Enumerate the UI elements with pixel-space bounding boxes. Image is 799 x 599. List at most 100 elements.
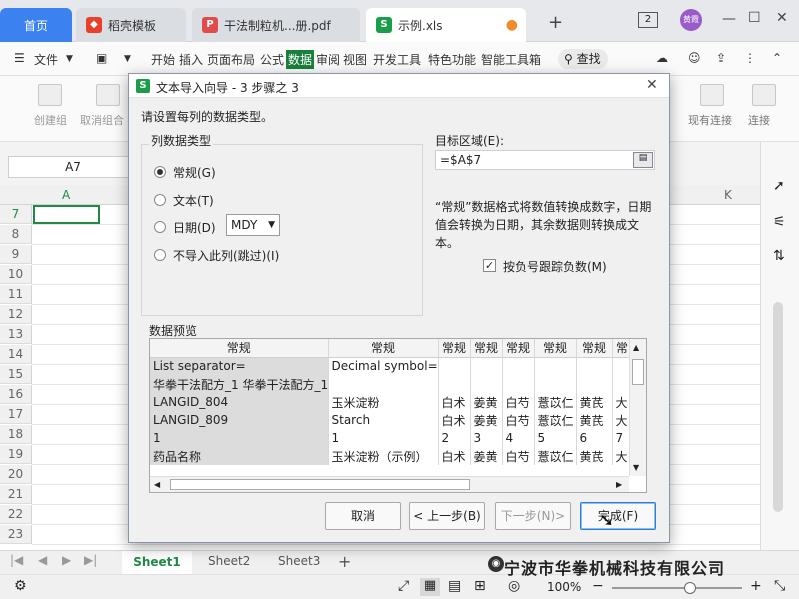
row-header[interactable]: 13 (0, 325, 32, 344)
radio-text-label[interactable]: 文本(T) (173, 192, 214, 209)
search-button[interactable]: ⚲ 查找 (558, 49, 608, 69)
row-header[interactable]: 16 (0, 385, 32, 404)
sheet-tab-2[interactable]: Sheet2 (208, 554, 250, 568)
fit-icon[interactable]: ⤢ (398, 578, 409, 594)
scroll-down-icon[interactable]: ▼ (633, 463, 639, 472)
data-preview[interactable]: 常规 常规 常规 常规 常规 常规 常规常 List separator= Decimal sy… (149, 338, 647, 493)
menu-file[interactable]: 文件 (34, 51, 58, 68)
normal-view-icon[interactable]: ▦ (420, 578, 440, 596)
date-format-select[interactable]: MDY ▼ (226, 214, 280, 236)
menu-review[interactable]: 审阅 (316, 51, 340, 68)
destination-input[interactable]: =$A$7 (435, 150, 655, 170)
vertical-scrollbar[interactable] (773, 302, 783, 512)
row-header[interactable]: 12 (0, 305, 32, 324)
ribbon-connection[interactable]: 连接 (748, 112, 770, 128)
preview-column-header[interactable]: 常规 (150, 339, 329, 358)
next-sheet-icon[interactable]: ▶ (62, 553, 71, 567)
tab-pdf[interactable]: P 干法制粒机...册.pdf (192, 8, 360, 42)
sheet-tab-3[interactable]: Sheet3 (278, 554, 320, 568)
radio-skip-label[interactable]: 不导入此列(跳过)(I) (173, 247, 279, 264)
last-sheet-icon[interactable]: ▶| (84, 553, 97, 567)
save-icon[interactable]: ▣ (96, 51, 107, 65)
cloud-icon[interactable]: ☁ (656, 51, 668, 65)
ribbon-existing-connection[interactable]: 现有连接 (688, 112, 732, 128)
menu-start[interactable]: 开始 (151, 51, 175, 68)
menu-view[interactable]: 视图 (343, 51, 367, 68)
row-header[interactable]: 20 (0, 465, 32, 484)
tab-xls[interactable]: S 示例.xls ● (366, 8, 526, 42)
eye-care-icon[interactable]: ◎ (508, 578, 520, 594)
sheet-tab-1[interactable]: Sheet1 (122, 551, 192, 574)
next-button[interactable]: 下一步(N)> (495, 502, 571, 530)
preview-column-header[interactable]: 常规 (328, 339, 439, 358)
back-button[interactable]: < 上一步(B) (409, 502, 485, 530)
share-icon[interactable]: ⇪ (716, 51, 726, 65)
row-header[interactable]: 18 (0, 425, 32, 444)
preview-horizontal-scrollbar[interactable]: ◀ ▶ (150, 476, 629, 492)
radio-date[interactable] (154, 221, 166, 233)
row-header[interactable]: 23 (0, 525, 32, 544)
row-header[interactable]: 21 (0, 485, 32, 504)
tab-home[interactable]: 首页 (0, 8, 72, 42)
row-header[interactable]: 9 (0, 245, 32, 264)
finish-button[interactable]: 完成(F) (580, 502, 656, 530)
add-sheet-button[interactable]: + (338, 552, 351, 571)
fullscreen-icon[interactable]: ⤡ (774, 578, 785, 594)
preview-column-header[interactable]: 常规 (438, 339, 471, 358)
preview-column-header[interactable]: 常规 (470, 339, 503, 358)
column-header-k[interactable]: K (724, 188, 732, 202)
radio-date-label[interactable]: 日期(D) (173, 219, 216, 236)
properties-icon[interactable]: ⚟ (773, 214, 786, 230)
menu-formula[interactable]: 公式 (260, 51, 284, 68)
zoom-level[interactable]: 100% (547, 580, 581, 594)
hamburger-icon[interactable]: ☰ (14, 51, 25, 65)
negative-number-checkbox[interactable]: ✓ (483, 259, 496, 272)
scroll-left-icon[interactable]: ◀ (154, 480, 160, 489)
user-icon[interactable]: ☺ (688, 51, 701, 65)
ribbon-create-group[interactable]: 创建组 (34, 112, 67, 128)
menu-insert[interactable]: 插入 (179, 51, 203, 68)
dialog-close-button[interactable]: ✕ (646, 77, 658, 93)
scroll-right-icon[interactable]: ▶ (616, 480, 622, 489)
chevron-down-icon[interactable]: ▼ (66, 54, 73, 64)
radio-skip[interactable] (154, 249, 166, 261)
row-header[interactable]: 7 (0, 205, 32, 224)
menu-features[interactable]: 特色功能 (428, 51, 476, 68)
page-layout-icon[interactable]: ▤ (448, 578, 461, 594)
preview-column-header[interactable]: 常规 (534, 339, 577, 358)
row-header[interactable]: 8 (0, 225, 32, 244)
menu-data[interactable]: 数据 (286, 50, 315, 69)
row-header[interactable]: 14 (0, 345, 32, 364)
selected-cell-a7[interactable] (33, 205, 100, 224)
transfer-icon[interactable]: ⇅ (773, 248, 785, 264)
menu-page-layout[interactable]: 页面布局 (207, 51, 255, 68)
row-header[interactable]: 22 (0, 505, 32, 524)
menu-smart-toolbox[interactable]: 智能工具箱 (481, 51, 541, 68)
ribbon-ungroup[interactable]: 取消组合 (80, 112, 124, 128)
cursor-icon[interactable]: ➚ (773, 178, 785, 194)
scroll-up-icon[interactable]: ▲ (633, 343, 639, 352)
row-header[interactable]: 15 (0, 365, 32, 384)
more-chevron-icon[interactable]: ▼ (124, 54, 131, 64)
collapse-ribbon-icon[interactable]: ⌃ (772, 51, 782, 65)
prev-sheet-icon[interactable]: ◀ (38, 553, 47, 567)
column-header-a[interactable]: A (62, 188, 70, 202)
row-header[interactable]: 17 (0, 405, 32, 424)
menu-developer[interactable]: 开发工具 (373, 51, 421, 68)
radio-general[interactable] (154, 166, 166, 178)
zoom-slider[interactable] (612, 587, 742, 589)
zoom-slider-handle[interactable] (684, 582, 696, 594)
first-sheet-icon[interactable]: |◀ (10, 553, 23, 567)
horizontal-scroll-thumb[interactable] (170, 479, 470, 490)
row-header[interactable]: 19 (0, 445, 32, 464)
radio-general-label[interactable]: 常规(G) (173, 164, 216, 181)
dialog-title-bar[interactable]: S 文本导入向导 - 3 步骤之 3 ✕ (129, 74, 669, 98)
avatar[interactable]: 黄霞 (680, 9, 702, 31)
preview-vertical-scrollbar[interactable]: ▲ ▼ (629, 339, 646, 476)
name-box[interactable]: A7 (8, 156, 138, 178)
vertical-scroll-thumb[interactable] (632, 359, 644, 385)
close-window-icon[interactable]: ✕ (776, 10, 788, 26)
preview-column-header[interactable]: 常规 (502, 339, 535, 358)
radio-text[interactable] (154, 194, 166, 206)
maximize-icon[interactable]: ☐ (748, 10, 761, 26)
